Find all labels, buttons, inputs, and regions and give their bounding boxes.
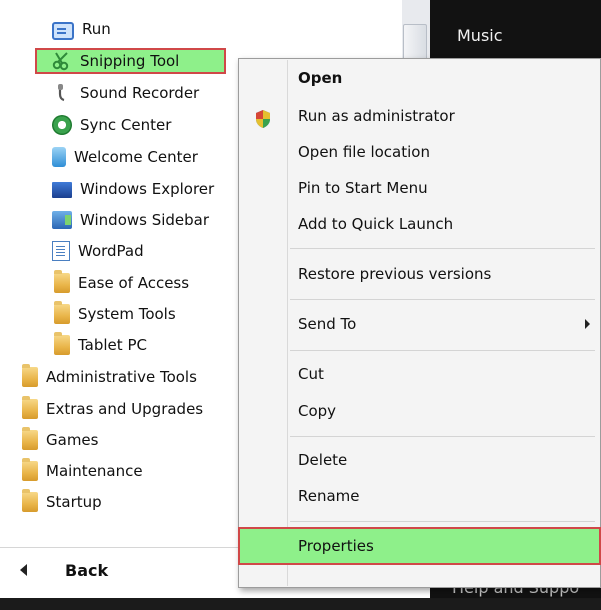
context-menu-item-send-to[interactable]: Send To: [298, 309, 356, 339]
context-menu-item-copy[interactable]: Copy: [298, 396, 336, 426]
menu-item-label: Rename: [298, 487, 360, 505]
program-folder-games[interactable]: Games: [22, 425, 98, 455]
welcome-center-icon: [52, 147, 66, 167]
program-label: WordPad: [78, 242, 144, 260]
context-menu-item-restore-previous-versions[interactable]: Restore previous versions: [298, 259, 491, 289]
menu-item-label: Run as administrator: [298, 107, 455, 125]
windows-sidebar-icon: [52, 211, 72, 229]
menu-item-label: Cut: [298, 365, 324, 383]
program-folder-maintenance[interactable]: Maintenance: [22, 456, 143, 486]
folder-icon: [54, 270, 70, 293]
folder-icon: [22, 427, 38, 450]
windows-explorer-icon: [52, 182, 72, 198]
program-label: Ease of Access: [78, 274, 190, 292]
back-label: Back: [65, 560, 109, 580]
selection-highlight: [238, 527, 601, 565]
program-item-sync-center[interactable]: Sync Center: [52, 110, 171, 140]
menu-item-label: Delete: [298, 451, 348, 469]
context-menu-item-run-as-administrator[interactable]: Run as administrator: [298, 101, 455, 131]
taskbar-strip: [0, 598, 601, 610]
program-item-wordpad[interactable]: WordPad: [52, 236, 144, 266]
menu-separator: [290, 350, 595, 351]
menu-item-label: Open file location: [298, 143, 430, 161]
program-folder-extras-and-upgrades[interactable]: Extras and Upgrades: [22, 394, 203, 424]
menu-item-label: Open: [298, 69, 343, 87]
menu-gutter-divider: [287, 60, 288, 586]
program-item-run[interactable]: Run: [52, 14, 111, 44]
context-menu-item-pin-to-start-menu[interactable]: Pin to Start Menu: [298, 173, 428, 203]
menu-separator: [290, 248, 595, 249]
program-label: Windows Sidebar: [80, 211, 210, 229]
program-label: Games: [46, 431, 99, 449]
program-item-windows-explorer[interactable]: Windows Explorer: [52, 174, 214, 204]
program-label: Maintenance: [46, 462, 143, 480]
uac-shield-icon: [256, 110, 270, 128]
folder-icon: [54, 332, 70, 355]
menu-item-label: Pin to Start Menu: [298, 179, 428, 197]
program-item-windows-sidebar[interactable]: Windows Sidebar: [52, 205, 209, 235]
program-label: Snipping Tool: [80, 52, 180, 70]
menu-separator: [290, 299, 595, 300]
program-label: Administrative Tools: [46, 368, 197, 386]
program-item-sound-recorder[interactable]: Sound Recorder: [52, 78, 199, 108]
program-item-snipping-tool[interactable]: Snipping Tool: [52, 46, 179, 76]
menu-item-label: Copy: [298, 402, 337, 420]
program-label: Welcome Center: [74, 148, 198, 166]
program-item-welcome-center[interactable]: Welcome Center: [52, 142, 198, 172]
context-menu-item-open[interactable]: Open: [298, 63, 342, 93]
context-menu-item-cut[interactable]: Cut: [298, 359, 324, 389]
sync-icon: [52, 115, 72, 135]
menu-item-label: Add to Quick Launch: [298, 215, 454, 233]
back-arrow-icon: [20, 564, 27, 576]
context-menu-item-rename[interactable]: Rename: [298, 481, 360, 511]
program-label: Sync Center: [80, 116, 172, 134]
program-folder-ease-of-access[interactable]: Ease of Access: [54, 268, 189, 298]
microphone-icon: [52, 83, 72, 103]
program-folder-startup[interactable]: Startup: [22, 487, 102, 517]
context-menu-item-properties[interactable]: Properties: [298, 531, 374, 561]
folder-icon: [54, 301, 70, 324]
submenu-arrow-icon: [585, 319, 590, 329]
program-label: Startup: [46, 493, 102, 511]
program-label: System Tools: [78, 305, 176, 323]
folder-icon: [22, 458, 38, 481]
program-label: Windows Explorer: [80, 180, 215, 198]
folder-icon: [22, 396, 38, 419]
menu-separator: [290, 521, 595, 522]
context-menu-item-add-to-quick-launch[interactable]: Add to Quick Launch: [298, 209, 453, 239]
context-menu-item-delete[interactable]: Delete: [298, 445, 347, 475]
program-label: Sound Recorder: [80, 84, 200, 102]
context-menu-item-open-file-location[interactable]: Open file location: [298, 137, 430, 167]
program-folder-administrative-tools[interactable]: Administrative Tools: [22, 362, 197, 392]
menu-item-label: Properties: [298, 537, 374, 555]
wordpad-icon: [52, 241, 70, 261]
menu-item-label: Restore previous versions: [298, 265, 492, 283]
scissors-icon: [52, 51, 72, 71]
music-link[interactable]: Music: [457, 26, 503, 45]
program-label: Run: [82, 20, 111, 38]
program-label: Tablet PC: [78, 336, 147, 354]
menu-separator: [290, 436, 595, 437]
menu-item-label: Send To: [298, 315, 357, 333]
folder-icon: [22, 489, 38, 512]
run-icon: [52, 21, 74, 40]
program-folder-system-tools[interactable]: System Tools: [54, 299, 176, 329]
folder-icon: [22, 364, 38, 387]
program-label: Extras and Upgrades: [46, 400, 204, 418]
program-folder-tablet-pc[interactable]: Tablet PC: [54, 330, 147, 360]
